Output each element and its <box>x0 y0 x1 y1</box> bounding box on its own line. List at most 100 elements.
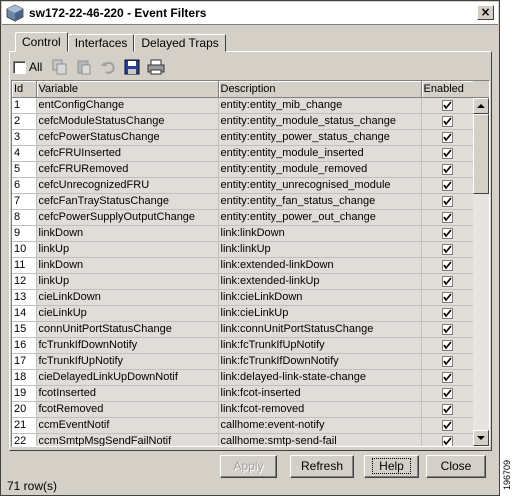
row-description: link:fcTrunkIfUpNotify <box>218 337 422 354</box>
enabled-checkbox[interactable] <box>442 355 453 367</box>
app-cube-icon <box>6 4 24 22</box>
row-description: link:extended-linkDown <box>218 257 422 274</box>
row-enabled-cell <box>421 417 475 434</box>
table-row[interactable]: 1 entConfigChange entity:entity_mib_change <box>12 97 475 114</box>
close-window-button[interactable]: × <box>477 5 494 20</box>
enabled-checkbox[interactable] <box>442 419 453 431</box>
tab-control[interactable]: Control <box>15 32 68 52</box>
table-row[interactable]: 7 cefcFanTrayStatusChange entity:entity_fa… <box>12 193 475 210</box>
column-header-description[interactable]: Description <box>218 81 422 98</box>
row-enabled-cell <box>421 337 475 354</box>
enabled-checkbox[interactable] <box>442 115 453 127</box>
row-description: entity:entity_module_removed <box>218 161 422 178</box>
enabled-checkbox[interactable] <box>442 227 453 239</box>
save-icon[interactable] <box>122 57 142 77</box>
title-bar[interactable]: sw172-22-46-220 - Event Filters × <box>2 2 498 25</box>
table-row[interactable]: 20 fcotRemoved link:fcot-removed <box>12 401 475 418</box>
enabled-checkbox[interactable] <box>442 179 453 191</box>
table-row[interactable]: 8 cefcPowerSupplyOutputChange entity:entit… <box>12 209 475 226</box>
paste-icon[interactable] <box>74 57 94 77</box>
enabled-checkbox[interactable] <box>442 371 453 383</box>
row-id: 15 <box>12 321 37 338</box>
row-id: 8 <box>12 209 37 226</box>
select-all-checkbox[interactable] <box>13 60 26 74</box>
table-row[interactable]: 2 cefcModuleStatusChange entity:entity_mod… <box>12 113 475 130</box>
row-variable: cefcModuleStatusChange <box>36 113 219 130</box>
copy-icon[interactable] <box>50 57 70 77</box>
scroll-down-button[interactable] <box>473 430 489 446</box>
row-enabled-cell <box>421 241 475 258</box>
enabled-checkbox[interactable] <box>442 323 453 335</box>
column-header-id[interactable]: Id <box>12 81 37 98</box>
row-description: entity:entity_mib_change <box>218 97 422 114</box>
row-variable: linkUp <box>36 241 219 258</box>
row-enabled-cell <box>421 257 475 274</box>
row-id: 18 <box>12 369 37 386</box>
tab-delayed-traps[interactable]: Delayed Traps <box>134 34 226 52</box>
enabled-checkbox[interactable] <box>442 339 453 351</box>
row-variable: fcotRemoved <box>36 401 219 418</box>
enabled-checkbox[interactable] <box>442 291 453 303</box>
row-enabled-cell <box>421 401 475 418</box>
enabled-checkbox[interactable] <box>442 403 453 415</box>
scroll-up-button[interactable] <box>473 98 489 114</box>
table-row[interactable]: 12 linkUp link:extended-linkUp <box>12 273 475 290</box>
enabled-checkbox[interactable] <box>442 307 453 319</box>
enabled-checkbox[interactable] <box>442 147 453 159</box>
row-enabled-cell <box>421 433 475 446</box>
row-enabled-cell <box>421 305 475 322</box>
row-id: 21 <box>12 417 37 434</box>
refresh-button[interactable]: Refresh <box>290 455 354 478</box>
table-row[interactable]: 9 linkDown link:linkDown <box>12 225 475 242</box>
undo-icon[interactable] <box>98 57 118 77</box>
row-enabled-cell <box>421 321 475 338</box>
scrollbar-thumb[interactable] <box>473 114 489 194</box>
table-row[interactable]: 13 cieLinkDown link:cieLinkDown <box>12 289 475 306</box>
table-row[interactable]: 21 ccmEventNotif callhome:event-notify <box>12 417 475 434</box>
table-row[interactable]: 4 cefcFRUInserted entity:entity_module_ins… <box>12 145 475 162</box>
print-icon[interactable] <box>146 57 166 77</box>
enabled-checkbox[interactable] <box>442 163 453 175</box>
table-row[interactable]: 6 cefcUnrecognizedFRU entity:entity_unreco… <box>12 177 475 194</box>
column-header-variable[interactable]: Variable <box>36 81 219 98</box>
enabled-checkbox[interactable] <box>442 211 453 223</box>
column-header-enabled[interactable]: Enabled <box>421 81 475 98</box>
table-row[interactable]: 17 fcTrunkIfUpNotify link:fcTrunkIfDownNot… <box>12 353 475 370</box>
enabled-checkbox[interactable] <box>442 195 453 207</box>
enabled-checkbox[interactable] <box>442 275 453 287</box>
table-row[interactable]: 18 cieDelayedLinkUpDownNotif link:delayed-… <box>12 369 475 386</box>
table-row[interactable]: 3 cefcPowerStatusChange entity:entity_powe… <box>12 129 475 146</box>
row-variable: linkDown <box>36 225 219 242</box>
help-button[interactable]: Help <box>364 455 419 478</box>
enabled-checkbox[interactable] <box>442 435 453 446</box>
table-row[interactable]: 15 connUnitPortStatusChange link:connUnitP… <box>12 321 475 338</box>
table-row[interactable]: 19 fcotInserted link:fcot-inserted <box>12 385 475 402</box>
table-row[interactable]: 10 linkUp link:linkUp <box>12 241 475 258</box>
table-row[interactable]: 16 fcTrunkIfDownNotify link:fcTrunkIfUpNot… <box>12 337 475 354</box>
table-row[interactable]: 11 linkDown link:extended-linkDown <box>12 257 475 274</box>
row-id: 1 <box>12 97 37 114</box>
enabled-checkbox[interactable] <box>442 259 453 271</box>
table-row[interactable]: 14 cieLinkUp link:cieLinkUp <box>12 305 475 322</box>
table-row[interactable]: 22 ccmSmtpMsgSendFailNotif callhome:smtp-s… <box>12 433 475 446</box>
enabled-checkbox[interactable] <box>442 243 453 255</box>
table-row[interactable]: 5 cefcFRURemoved entity:entity_module_remo… <box>12 161 475 178</box>
close-button[interactable]: Close <box>426 455 486 478</box>
row-id: 5 <box>12 161 37 178</box>
enabled-checkbox[interactable] <box>442 99 453 111</box>
row-description: link:fcTrunkIfDownNotify <box>218 353 422 370</box>
tab-interfaces[interactable]: Interfaces <box>67 34 135 52</box>
vertical-scrollbar[interactable] <box>473 98 489 446</box>
row-id: 16 <box>12 337 37 354</box>
row-enabled-cell <box>421 209 475 226</box>
apply-button[interactable]: Apply <box>220 455 277 478</box>
row-description: entity:entity_unrecognised_module <box>218 177 422 194</box>
row-description: entity:entity_fan_status_change <box>218 193 422 210</box>
row-description: link:connUnitPortStatusChange <box>218 321 422 338</box>
row-id: 22 <box>12 433 37 446</box>
row-enabled-cell <box>421 385 475 402</box>
figure-id: 196709 <box>502 459 512 490</box>
enabled-checkbox[interactable] <box>442 131 453 143</box>
row-variable: cieLinkDown <box>36 289 219 306</box>
enabled-checkbox[interactable] <box>442 387 453 399</box>
